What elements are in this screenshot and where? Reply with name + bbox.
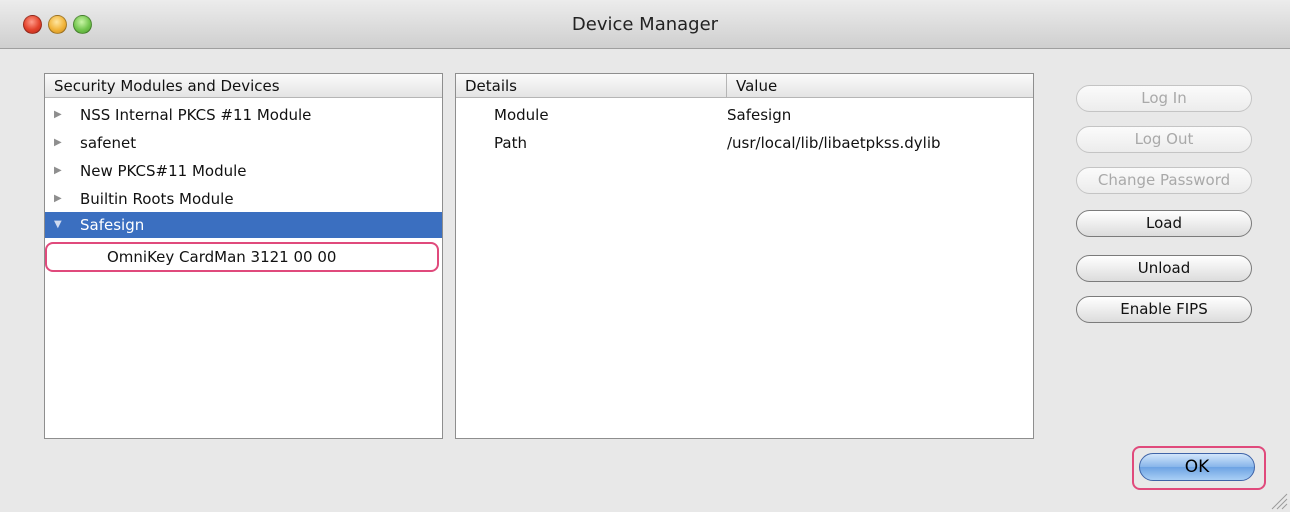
resize-grip-icon[interactable] <box>1268 490 1288 510</box>
tree-item-label: NSS Internal PKCS #11 Module <box>80 106 312 124</box>
details-value-module: Safesign <box>727 106 792 124</box>
details-key-module: Module <box>494 106 549 124</box>
log-out-button[interactable]: Log Out <box>1076 126 1252 153</box>
load-button[interactable]: Load <box>1076 210 1252 237</box>
tree-item-new-pkcs11[interactable]: ▶ New PKCS#11 Module <box>45 158 442 184</box>
device-manager-window: Device Manager Security Modules and Devi… <box>0 0 1290 512</box>
disclosure-triangle-icon[interactable]: ▶ <box>54 130 62 156</box>
details-key-path: Path <box>494 134 527 152</box>
window-title: Device Manager <box>571 14 719 35</box>
tree-item-omnikey-reader[interactable]: OmniKey CardMan 3121 00 00 <box>45 242 439 272</box>
details-table: Details Value Module Safesign Path /usr/… <box>455 73 1034 439</box>
tree-item-label: Safesign <box>80 216 145 234</box>
ok-button[interactable]: OK <box>1139 453 1255 481</box>
tree-item-safesign[interactable]: ▼ Safesign <box>45 212 442 238</box>
change-password-button[interactable]: Change Password <box>1076 167 1252 194</box>
tree-item-label: safenet <box>80 134 137 152</box>
modules-tree-header[interactable]: Security Modules and Devices <box>45 74 442 98</box>
tree-item-label: Builtin Roots Module <box>80 190 234 208</box>
tree-item-label: OmniKey CardMan 3121 00 00 <box>107 248 337 266</box>
disclosure-triangle-icon[interactable]: ▶ <box>54 186 62 212</box>
tree-item-label: New PKCS#11 Module <box>80 162 247 180</box>
details-column-header[interactable]: Details <box>456 74 727 98</box>
disclosure-triangle-icon[interactable]: ▶ <box>54 158 62 184</box>
title-bar: Device Manager <box>0 0 1290 49</box>
disclosure-triangle-expanded-icon[interactable]: ▼ <box>54 212 62 238</box>
tree-item-builtin-roots[interactable]: ▶ Builtin Roots Module <box>45 186 442 212</box>
modules-tree[interactable]: Security Modules and Devices ▶ NSS Inter… <box>44 73 443 439</box>
value-column-header[interactable]: Value <box>727 74 1033 98</box>
tree-item-nss-internal[interactable]: ▶ NSS Internal PKCS #11 Module <box>45 102 442 128</box>
tree-item-safenet[interactable]: ▶ safenet <box>45 130 442 156</box>
disclosure-triangle-icon[interactable]: ▶ <box>54 102 62 128</box>
unload-button[interactable]: Unload <box>1076 255 1252 282</box>
log-in-button[interactable]: Log In <box>1076 85 1252 112</box>
details-value-path: /usr/local/lib/libaetpkss.dylib <box>727 134 941 152</box>
enable-fips-button[interactable]: Enable FIPS <box>1076 296 1252 323</box>
